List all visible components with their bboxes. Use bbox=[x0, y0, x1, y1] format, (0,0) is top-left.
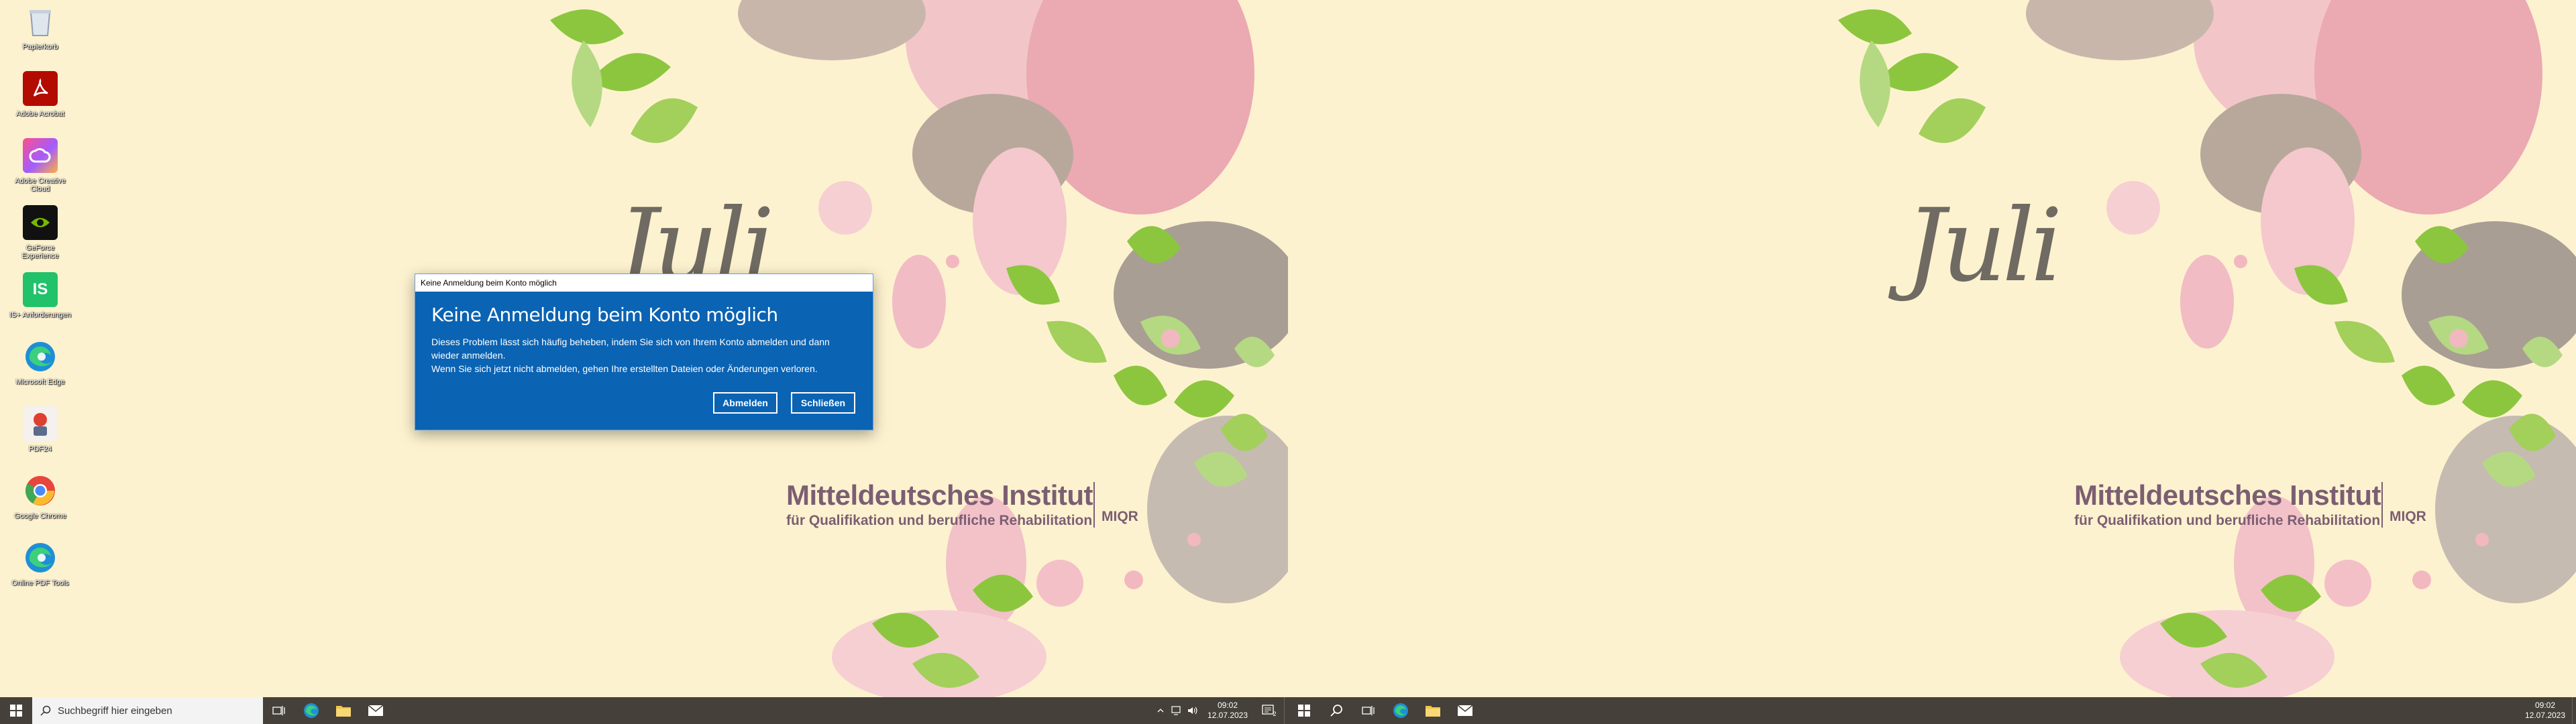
account-error-dialog: Keine Anmeldung beim Konto möglich Keine… bbox=[415, 274, 873, 430]
clock-date: 12.07.2023 bbox=[2524, 711, 2566, 720]
taskbar-file-explorer[interactable] bbox=[1417, 697, 1449, 724]
desktop-icon-chrome[interactable]: Google Chrome bbox=[8, 473, 72, 535]
start-button[interactable] bbox=[1288, 697, 1320, 724]
task-view-icon bbox=[1362, 706, 1375, 715]
search-button[interactable] bbox=[1320, 697, 1352, 724]
institute-subtitle: für Qualifikation und berufliche Rehabil… bbox=[2074, 513, 2381, 528]
edge-icon bbox=[1393, 703, 1408, 718]
sign-out-button[interactable]: Abmelden bbox=[713, 392, 777, 414]
wallpaper-institute-logo: Mitteldeutsches Institut für Qualifikati… bbox=[786, 479, 1138, 529]
mail-icon bbox=[368, 705, 384, 716]
monitor-right: Juli Mitteldeutsches Institut für Qualif… bbox=[1288, 0, 2576, 724]
search-icon bbox=[1330, 705, 1342, 717]
taskbar-left: Suchbegriff hier eingeben 09:02 12.07.20… bbox=[0, 697, 1288, 724]
clock-time: 09:02 bbox=[1217, 701, 1238, 710]
institute-abbr: MIQR bbox=[1102, 509, 1138, 524]
desktop-icon-label: IS+ Anforderungen bbox=[9, 311, 72, 319]
clock-time: 09:02 bbox=[2534, 701, 2556, 710]
taskbar-mail[interactable] bbox=[1449, 697, 1481, 724]
folder-icon bbox=[336, 706, 351, 717]
desktop-icon-acrobat[interactable]: Adobe Acrobat bbox=[8, 71, 72, 133]
desktop-icon-label: PDF24 bbox=[28, 445, 52, 453]
search-placeholder: Suchbegriff hier eingeben bbox=[58, 705, 172, 717]
edge-icon bbox=[23, 339, 58, 374]
desktop-icon-edge[interactable]: Microsoft Edge bbox=[8, 339, 72, 401]
chevron-up-icon[interactable] bbox=[1152, 697, 1169, 724]
chrome-icon bbox=[23, 473, 58, 508]
desktop-icon-label: Online PDF Tools bbox=[11, 579, 69, 587]
task-view-button[interactable] bbox=[1352, 697, 1385, 724]
monitor-left: Juli Mitteldeutsches Institut für Qualif… bbox=[0, 0, 1288, 724]
institute-subtitle: für Qualifikation und berufliche Rehabil… bbox=[786, 513, 1093, 528]
recycle-bin-icon bbox=[23, 4, 58, 39]
system-tray: 09:02 12.07.2023 bbox=[2518, 697, 2576, 724]
geforce-icon bbox=[23, 205, 58, 240]
taskbar-mail[interactable] bbox=[360, 697, 392, 724]
desktop-icon-label: Microsoft Edge bbox=[15, 378, 65, 386]
desktop-icon-pdf24[interactable]: PDF24 bbox=[8, 406, 72, 468]
taskbar-edge[interactable] bbox=[1385, 697, 1417, 724]
windows-icon bbox=[1298, 705, 1310, 717]
desktop-icon-label: GeForce Experience bbox=[21, 244, 59, 260]
is-app-icon: IS bbox=[23, 272, 58, 307]
institute-separator bbox=[1093, 482, 1095, 528]
acrobat-icon bbox=[23, 71, 58, 106]
wallpaper-institute-logo: Mitteldeutsches Institut für Qualifikati… bbox=[2074, 479, 2426, 529]
desktop-icon-recycle-bin[interactable]: Papierkorb bbox=[8, 4, 72, 66]
dialog-message-line2: Wenn Sie sich jetzt nicht abmelden, gehe… bbox=[431, 363, 818, 374]
close-button[interactable]: Schließen bbox=[791, 392, 855, 414]
folder-icon bbox=[1426, 706, 1440, 717]
windows-icon bbox=[10, 705, 22, 717]
desktop-icon-online-pdf-tools[interactable]: Online PDF Tools bbox=[8, 540, 72, 602]
desktop-icon-label: Google Chrome bbox=[14, 512, 66, 520]
edge-icon bbox=[304, 703, 319, 718]
mail-icon bbox=[1457, 705, 1473, 716]
pdf24-icon bbox=[23, 406, 58, 441]
system-tray: 09:02 12.07.2023 2 bbox=[1152, 697, 1288, 724]
task-view-icon bbox=[272, 706, 285, 715]
creative-cloud-icon bbox=[23, 138, 58, 173]
taskbar-right: 09:02 12.07.2023 bbox=[1288, 697, 2576, 724]
start-button[interactable] bbox=[0, 697, 32, 724]
wallpaper bbox=[1838, 0, 2576, 697]
task-view-button[interactable] bbox=[263, 697, 295, 724]
volume-icon[interactable] bbox=[1185, 697, 1201, 724]
edge-icon bbox=[23, 540, 58, 575]
wallpaper-month-text: Juli bbox=[1905, 188, 2063, 304]
taskbar-clock[interactable]: 09:02 12.07.2023 bbox=[2518, 701, 2572, 721]
show-desktop-button[interactable] bbox=[2572, 697, 2576, 724]
taskbar-clock[interactable]: 09:02 12.07.2023 bbox=[1201, 701, 1254, 721]
taskbar-search-box[interactable]: Suchbegriff hier eingeben bbox=[32, 697, 263, 724]
dialog-message-line1: Dieses Problem lässt sich häufig beheben… bbox=[431, 337, 830, 361]
institute-separator bbox=[2381, 482, 2383, 528]
dialog-heading: Keine Anmeldung beim Konto möglich bbox=[431, 304, 778, 326]
notification-center-button[interactable]: 2 bbox=[1254, 697, 1284, 724]
network-icon[interactable] bbox=[1169, 697, 1185, 724]
institute-abbr: MIQR bbox=[2390, 509, 2426, 524]
taskbar-file-explorer[interactable] bbox=[327, 697, 360, 724]
taskbar-edge[interactable] bbox=[295, 697, 327, 724]
desktop-icon-label: Adobe Acrobat bbox=[15, 110, 65, 118]
desktop-icon-label: Adobe Creative Cloud bbox=[15, 177, 66, 193]
desktop-icon-geforce[interactable]: GeForce Experience bbox=[8, 205, 72, 267]
institute-name: Mitteldeutsches Institut bbox=[786, 479, 1093, 511]
notification-count: 2 bbox=[1273, 711, 1277, 717]
desktop-icon-label: Papierkorb bbox=[22, 43, 58, 51]
clock-date: 12.07.2023 bbox=[1207, 711, 1248, 720]
institute-name: Mitteldeutsches Institut bbox=[2074, 479, 2381, 511]
search-icon bbox=[40, 705, 51, 716]
desktop-icon-is-app[interactable]: IS IS+ Anforderungen bbox=[8, 272, 72, 334]
dialog-titlebar[interactable]: Keine Anmeldung beim Konto möglich bbox=[415, 274, 873, 292]
desktop-icon-creative-cloud[interactable]: Adobe Creative Cloud bbox=[8, 138, 72, 200]
